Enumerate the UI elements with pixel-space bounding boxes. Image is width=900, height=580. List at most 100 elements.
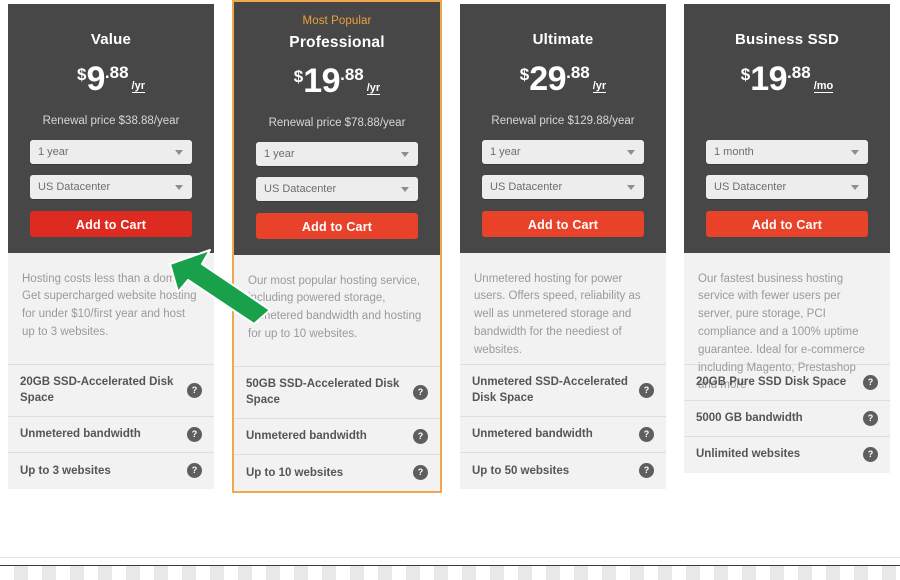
term-select[interactable]: 1 month (706, 139, 868, 164)
help-icon[interactable]: ? (413, 465, 428, 481)
price-currency: $ (77, 64, 87, 84)
feature-row: 20GB SSD-Accelerated Disk Space? (8, 364, 214, 417)
plan-price: $9.88/yr (20, 59, 202, 109)
datacenter-select-value: US Datacenter (264, 182, 337, 195)
plan-name: Value (90, 31, 132, 48)
price-whole: 9 (86, 59, 105, 98)
help-icon[interactable]: ? (413, 384, 428, 400)
add-to-cart-button[interactable]: Add to Cart (30, 210, 192, 237)
plan-name: Professional (289, 33, 385, 51)
feature-label: Unlimited websites (696, 448, 801, 461)
term-select[interactable]: 1 year (482, 139, 644, 164)
help-icon[interactable]: ? (639, 426, 654, 442)
pricing-card: Most Popular Professional $19.88/yr Renewal… (232, 0, 442, 493)
price-group: $29.88/yr (519, 59, 607, 98)
chevron-down-icon (627, 149, 635, 155)
price-period: /yr (592, 79, 607, 93)
chevron-down-icon (627, 184, 635, 190)
price-period: /yr (366, 81, 381, 95)
help-icon[interactable]: ? (639, 463, 654, 479)
help-icon[interactable]: ? (863, 447, 878, 462)
feature-row: Up to 50 websites? (460, 452, 666, 489)
price-cents: .88 (787, 62, 811, 82)
price-cents: .88 (566, 62, 590, 82)
datacenter-select-value: US Datacenter (38, 180, 111, 193)
price-period: /mo (813, 79, 834, 93)
plan-description: Unmetered hosting for power users. Offer… (460, 252, 666, 365)
plan-description: Our most popular hosting service, includ… (234, 254, 440, 367)
price-whole: 19 (750, 59, 788, 98)
feature-row: Unmetered bandwidth? (8, 416, 214, 453)
datacenter-select-value: US Datacenter (490, 180, 563, 193)
price-currency: $ (519, 64, 530, 84)
feature-label: Unmetered bandwidth (246, 430, 367, 443)
feature-row: Up to 3 websites? (8, 452, 214, 489)
feature-row: Unlimited websites? (684, 436, 890, 473)
datacenter-select[interactable]: US Datacenter (30, 174, 192, 199)
help-icon[interactable]: ? (639, 382, 654, 398)
term-select-value: 1 month (714, 145, 754, 158)
term-select[interactable]: 1 year (256, 141, 418, 166)
help-icon[interactable]: ? (863, 374, 878, 390)
plan-name: Business SSD (734, 31, 840, 48)
feature-row: Unmetered bandwidth? (460, 416, 666, 453)
renewal-price-note: Renewal price $38.88/year (42, 114, 180, 127)
pricing-card-grid: Value $9.88/yr Renewal price $38.88/year 1 … (8, 0, 892, 493)
pricing-card: Value $9.88/yr Renewal price $38.88/year 1 … (8, 4, 214, 489)
datacenter-select[interactable]: US Datacenter (256, 176, 418, 201)
add-to-cart-button[interactable]: Add to Cart (256, 212, 418, 239)
feature-label: Up to 3 websites (20, 464, 111, 477)
add-to-cart-button[interactable]: Add to Cart (482, 210, 644, 237)
plan-name: Ultimate (532, 31, 594, 48)
help-icon[interactable]: ? (187, 426, 202, 442)
datacenter-select[interactable]: US Datacenter (482, 174, 644, 199)
chevron-down-icon (175, 149, 183, 155)
pricing-card-header: Value $9.88/yr Renewal price $38.88/year 1 … (8, 4, 214, 253)
pricing-card-header: Business SSD $19.88/mo 1 month US Datacente… (684, 4, 890, 253)
feature-row: 50GB SSD-Accelerated Disk Space? (234, 366, 440, 419)
price-group: $19.88/mo (740, 59, 834, 98)
feature-label: 50GB SSD-Accelerated Disk Space (246, 377, 400, 407)
price-whole: 19 (303, 61, 341, 100)
feature-label: 20GB SSD-Accelerated Disk Space (20, 375, 174, 405)
feature-row: 5000 GB bandwidth? (684, 400, 890, 437)
plan-description: Our fastest business hosting service wit… (684, 252, 890, 391)
feature-row: Up to 10 websites? (234, 454, 440, 491)
price-cents: .88 (104, 62, 129, 82)
term-select-value: 1 year (38, 145, 69, 158)
feature-label: Up to 10 websites (246, 466, 344, 479)
plan-description: Hosting costs less than a domain! Get su… (8, 252, 214, 365)
help-icon[interactable]: ? (863, 410, 878, 426)
most-popular-badge: Most Popular (302, 15, 372, 27)
price-currency: $ (740, 64, 751, 84)
price-cents: .88 (340, 64, 364, 84)
datacenter-select-value: US Datacenter (714, 180, 787, 193)
feature-label: 20GB Pure SSD Disk Space (696, 375, 847, 388)
feature-row: Unmetered SSD-Accelerated Disk Space? (460, 364, 666, 417)
chevron-down-icon (851, 149, 859, 155)
renewal-price-note: Renewal price $129.88/year (491, 114, 635, 127)
plan-price: $19.88/yr (246, 61, 428, 111)
help-icon[interactable]: ? (413, 428, 428, 444)
transparency-checker-strip (0, 565, 900, 580)
bottom-divider (0, 557, 900, 558)
renewal-price-note: Renewal price $78.88/year (268, 116, 406, 129)
term-select[interactable]: 1 year (30, 139, 192, 164)
feature-label: Unmetered bandwidth (472, 428, 593, 440)
feature-label: Unmetered bandwidth (20, 428, 141, 440)
price-whole: 29 (529, 59, 567, 98)
plan-price: $29.88/yr (472, 59, 654, 109)
chevron-down-icon (851, 184, 859, 190)
help-icon[interactable]: ? (187, 463, 202, 479)
price-period: /yr (131, 79, 145, 93)
pricing-card-header: Ultimate $29.88/yr Renewal price $129.88/y… (460, 4, 666, 253)
add-to-cart-button[interactable]: Add to Cart (706, 210, 868, 237)
datacenter-select[interactable]: US Datacenter (706, 174, 868, 199)
pricing-card-header: Most Popular Professional $19.88/yr Renewal… (234, 2, 440, 255)
price-group: $19.88/yr (294, 61, 381, 100)
chevron-down-icon (175, 184, 183, 190)
plan-price: $19.88/mo (696, 59, 878, 109)
help-icon[interactable]: ? (187, 382, 202, 398)
pricing-page: Value $9.88/yr Renewal price $38.88/year 1 … (0, 0, 900, 580)
feature-label: 5000 GB bandwidth (696, 411, 803, 424)
